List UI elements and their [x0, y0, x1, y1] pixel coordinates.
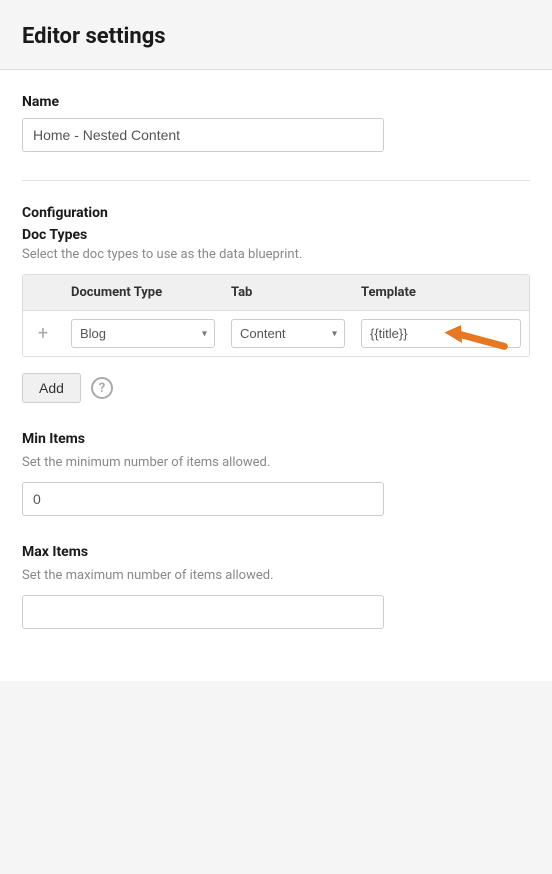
max-items-section: Max Items Set the maximum number of item…: [22, 544, 530, 629]
orange-arrow-icon: [442, 309, 512, 369]
min-items-section: Min Items Set the minimum number of item…: [22, 431, 530, 516]
tab-select[interactable]: Content Properties Generic: [231, 319, 345, 348]
name-input[interactable]: [22, 118, 384, 152]
doc-types-description: Select the doc types to use as the data …: [22, 247, 530, 262]
col-document-type: Document Type: [63, 285, 223, 300]
name-label: Name: [22, 94, 530, 110]
row-plus-icon: +: [23, 323, 63, 344]
col-spacer: [23, 285, 63, 300]
col-tab: Tab: [223, 285, 353, 300]
min-items-description: Set the minimum number of items allowed.: [22, 455, 530, 470]
page-title: Editor settings: [22, 24, 530, 49]
tab-cell: Content Properties Generic ▾: [223, 319, 353, 348]
page-header: Editor settings: [0, 0, 552, 70]
min-items-label: Min Items: [22, 431, 530, 447]
document-type-select[interactable]: Blog Article Page: [71, 319, 215, 348]
configuration-section: Configuration Doc Types Select the doc t…: [22, 205, 530, 403]
doc-types-title: Doc Types: [22, 227, 530, 243]
help-icon[interactable]: ?: [91, 377, 113, 399]
col-template: Template: [353, 285, 529, 300]
add-row: Add ?: [22, 369, 530, 403]
name-section: Name: [22, 94, 530, 152]
min-items-input[interactable]: [22, 482, 384, 516]
add-button[interactable]: Add: [22, 373, 81, 403]
divider-1: [22, 180, 530, 181]
main-content: Name Configuration Doc Types Select the …: [0, 70, 552, 681]
max-items-label: Max Items: [22, 544, 530, 560]
table-header: Document Type Tab Template: [23, 275, 529, 311]
max-items-description: Set the maximum number of items allowed.: [22, 568, 530, 583]
document-type-cell: Blog Article Page ▾: [63, 319, 223, 348]
configuration-title: Configuration: [22, 205, 530, 221]
max-items-input[interactable]: [22, 595, 384, 629]
